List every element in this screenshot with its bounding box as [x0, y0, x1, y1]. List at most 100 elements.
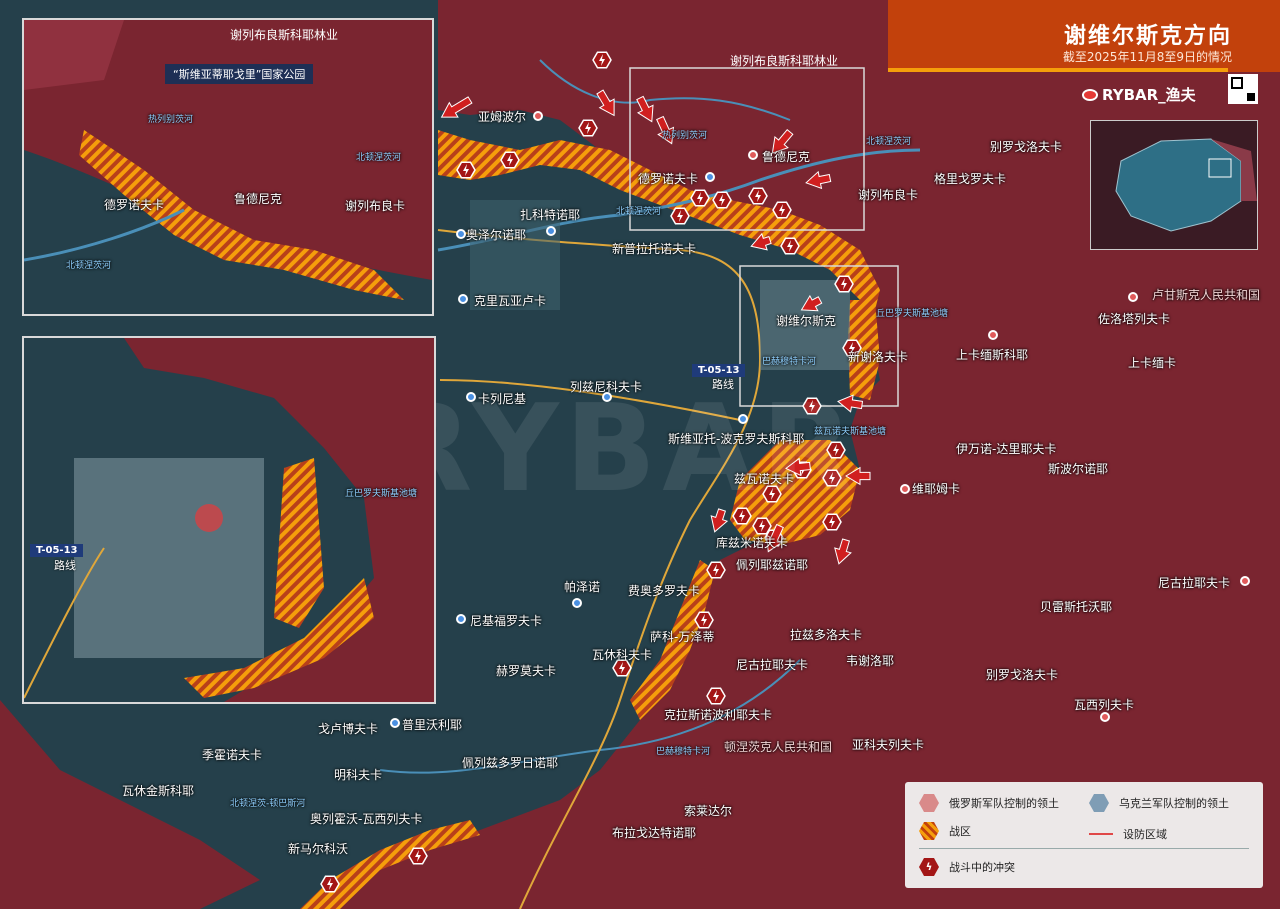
inset-chubarov-pond: 丘巴罗夫斯基池塘: [345, 489, 418, 499]
place-nikolaevka-2[interactable]: 尼古拉耶夫卡: [1158, 574, 1230, 591]
clash-marker[interactable]: [578, 119, 598, 137]
clash-marker[interactable]: [780, 237, 800, 255]
place-kirovka[interactable]: 克里瓦亚卢卡: [474, 292, 546, 309]
place-kuzminovka[interactable]: 库兹米诺夫卡: [716, 534, 788, 551]
settlement-dot: [533, 111, 543, 121]
place-pazeno[interactable]: 帕泽诺: [564, 578, 600, 595]
place-verkhnekamenskoe[interactable]: 上卡缅斯科耶: [956, 346, 1028, 363]
settlement-dot: [1100, 712, 1110, 722]
place-vasyukovka[interactable]: 瓦休科夫卡: [592, 646, 652, 663]
place-pereezdnoe-2[interactable]: 佩列兹多罗日诺耶: [462, 754, 558, 771]
russian-territory-icon: [919, 794, 939, 812]
place-novopokrovka[interactable]: 新普拉托诺夫卡: [612, 240, 696, 257]
inset-forest-label: 谢列布良斯科耶林业: [230, 28, 339, 42]
place-vyimka[interactable]: 维耶姆卡: [912, 480, 960, 497]
place-yakovlevka[interactable]: 亚科夫列夫卡: [852, 736, 924, 753]
clash-marker[interactable]: [712, 191, 732, 209]
river-canal-label: 北顿涅茨-顿巴斯河: [230, 799, 306, 809]
clash-marker[interactable]: [748, 187, 768, 205]
clash-marker[interactable]: [500, 151, 520, 169]
place-khromovka[interactable]: 赫罗莫夫卡: [496, 662, 556, 679]
inset-siversk-map[interactable]: [22, 336, 436, 704]
map-canvas[interactable]: RYBAR 谢列布良斯科耶林业 “斯维亚蒂耶戈里”国家公园 热列别茨河 北顿涅茨…: [0, 0, 1280, 909]
legend-combat-zone: 战区: [919, 822, 971, 840]
minimap-shape: [1115, 138, 1257, 232]
place-fedorovka[interactable]: 费奥多罗夫卡: [628, 582, 700, 599]
place-rudnik[interactable]: 鲁德尼克: [762, 148, 810, 165]
place-yampol[interactable]: 亚姆波尔: [478, 108, 526, 125]
place-krasnopolevka[interactable]: 克拉斯诺波利耶夫卡: [664, 706, 772, 723]
place-blagodatnoe[interactable]: 布拉戈达特诺耶: [612, 824, 696, 841]
place-veselo[interactable]: 韦谢洛耶: [846, 652, 894, 669]
place-zolotaryovka[interactable]: 佐洛塔列夫卡: [1098, 310, 1170, 327]
legend-divider: [919, 848, 1249, 849]
region-dpr-label: 顿涅茨克人民共和国: [724, 740, 833, 754]
minimap-overview[interactable]: [1090, 120, 1258, 250]
defense-line-icon: [1089, 833, 1113, 835]
place-ivanodaryevka[interactable]: 伊万诺-达里耶夫卡: [956, 440, 1056, 457]
place-soledar[interactable]: 索莱达尔: [684, 802, 732, 819]
inset-north-map[interactable]: [22, 18, 434, 316]
place-vasyukinskoe[interactable]: 瓦休金斯科耶: [122, 782, 194, 799]
clash-marker[interactable]: [456, 161, 476, 179]
place-belogorovka-2[interactable]: 别罗戈洛夫卡: [986, 666, 1058, 683]
clash-marker[interactable]: [706, 687, 726, 705]
place-zvanovka[interactable]: 兹瓦诺夫卡: [734, 470, 794, 487]
brand-eye-icon: [1082, 88, 1098, 101]
place-kalenyki[interactable]: 卡列尼基: [478, 390, 526, 407]
place-novoselovka[interactable]: 新谢洛夫卡: [848, 348, 908, 365]
clash-marker[interactable]: [706, 561, 726, 579]
place-nikolaevka[interactable]: 尼古拉耶夫卡: [736, 656, 808, 673]
clash-marker[interactable]: [694, 611, 714, 629]
qr-code-icon[interactable]: [1228, 74, 1258, 104]
river-donets-label-1: 北顿涅茨河: [866, 137, 912, 147]
place-minkovka[interactable]: 明科夫卡: [334, 766, 382, 783]
map-date: 截至2025年11月8至9日的情况: [1062, 50, 1232, 64]
place-serebryanka[interactable]: 谢列布良卡: [858, 186, 918, 203]
place-razdolovka[interactable]: 拉兹多洛夫卡: [790, 626, 862, 643]
place-orekhovo-vasilevka[interactable]: 奥列霍沃-瓦西列夫卡: [310, 810, 422, 827]
place-golubovka[interactable]: 戈卢博夫卡: [318, 720, 378, 737]
place-novomarkovo[interactable]: 新马尔科沃: [288, 840, 348, 857]
river-donets-label-2: 北顿涅茨河: [616, 207, 662, 217]
place-verkhnekamenka[interactable]: 上卡缅卡: [1128, 354, 1176, 371]
clash-marker[interactable]: [690, 189, 710, 207]
place-spornoe[interactable]: 斯波尔诺耶: [1048, 460, 1108, 477]
place-sakko[interactable]: 萨科-万泽蒂: [650, 628, 714, 645]
inset-road-tag: T-05-13: [30, 544, 84, 557]
place-belogorovka[interactable]: 别罗戈洛夫卡: [990, 138, 1062, 155]
place-tikhonovka[interactable]: 季霍诺夫卡: [202, 746, 262, 763]
clash-marker[interactable]: [834, 275, 854, 293]
settlement-dot: [602, 392, 612, 402]
header-panel: 谢维尔斯克方向 截至2025年11月8至9日的情况: [888, 0, 1280, 72]
clash-marker[interactable]: [592, 51, 612, 69]
place-pereezdnoe[interactable]: 佩列耶兹诺耶: [736, 556, 808, 573]
inset-place-serebryanka[interactable]: 谢列布良卡: [345, 197, 405, 214]
place-privolye[interactable]: 普里沃利耶: [402, 716, 462, 733]
settlement-dot: [572, 598, 582, 608]
clash-marker[interactable]: [408, 847, 428, 865]
brand-logo[interactable]: RYBAR_渔夫: [1082, 84, 1196, 105]
place-grigorovka[interactable]: 格里戈罗夫卡: [934, 170, 1006, 187]
inset-place-rudnik[interactable]: 鲁德尼克: [234, 190, 282, 207]
region-lpr-label: 卢甘斯克人民共和国: [1152, 288, 1261, 302]
place-ozernoe[interactable]: 奥泽尔诺耶: [466, 226, 526, 243]
chubarov-pond-label: 丘巴罗夫斯基池塘: [876, 309, 949, 319]
place-svyatopokrovskoe[interactable]: 斯维亚托-波克罗夫斯科耶: [668, 430, 804, 447]
clash-marker[interactable]: [772, 201, 792, 219]
watermark: RYBAR: [380, 380, 860, 519]
place-vasilevka[interactable]: 瓦西列夫卡: [1074, 696, 1134, 713]
settlement-dot: [1240, 576, 1250, 586]
clash-marker[interactable]: [320, 875, 340, 893]
place-zakotnoe[interactable]: 扎科特诺耶: [520, 206, 580, 223]
place-nikiforovka[interactable]: 尼基福罗夫卡: [470, 612, 542, 629]
place-berestovo[interactable]: 贝雷斯托沃耶: [1040, 598, 1112, 615]
map-legend: 俄罗斯军队控制的领土 乌克兰军队控制的领土 战区 设防区域 ϟ 战斗中的冲突: [905, 782, 1263, 888]
place-siversk[interactable]: 谢维尔斯克: [776, 312, 836, 329]
inset-place-dronovka[interactable]: 德罗诺夫卡: [104, 196, 164, 213]
settlement-dot: [390, 718, 400, 728]
place-dronovka[interactable]: 德罗诺夫卡: [638, 170, 698, 187]
clash-marker[interactable]: [670, 207, 690, 225]
settlement-dot: [458, 294, 468, 304]
forest-label: 谢列布良斯科耶林业: [730, 54, 839, 68]
